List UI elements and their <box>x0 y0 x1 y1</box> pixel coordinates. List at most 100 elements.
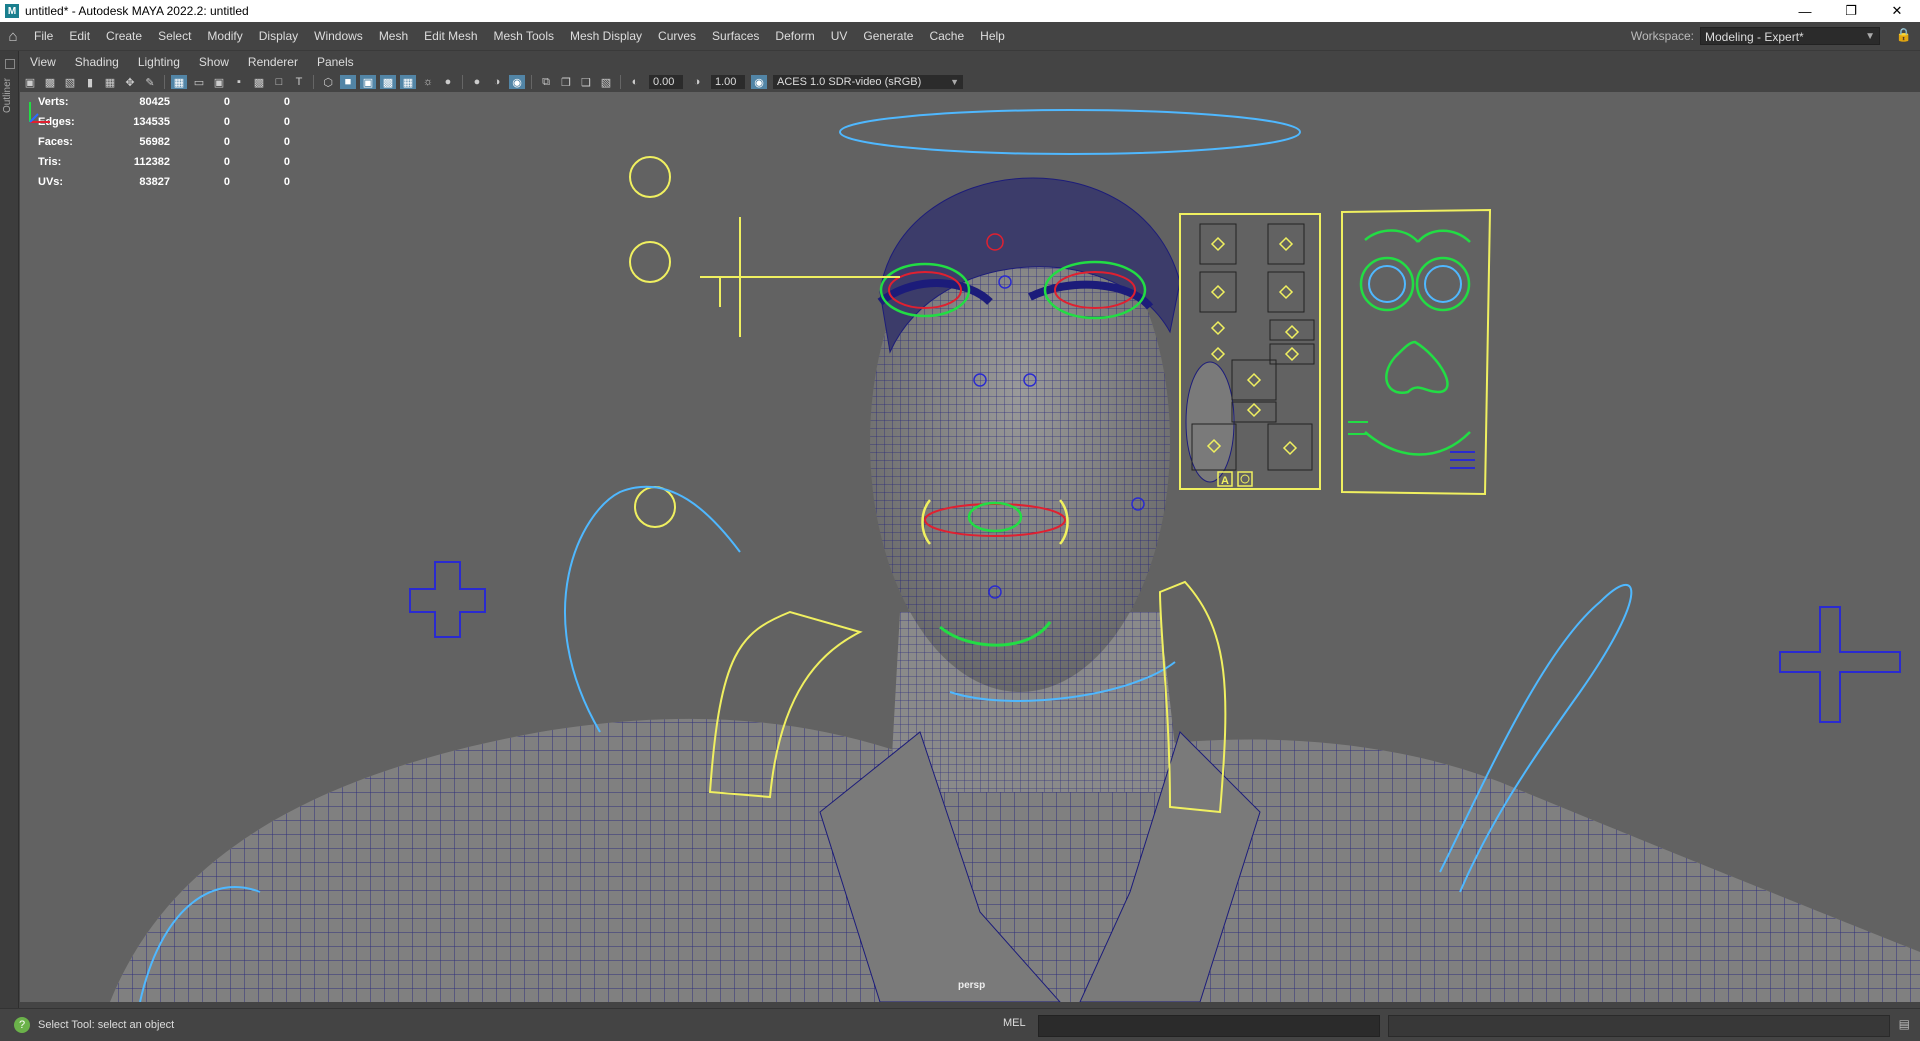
outliner-collapsed-tab[interactable]: Outliner <box>0 51 19 1008</box>
cross-ctrl-right[interactable] <box>1779 606 1901 723</box>
xray-icon[interactable]: ❐ <box>558 75 574 89</box>
widget-nose[interactable] <box>1385 340 1449 395</box>
slider-handle-icon[interactable] <box>1246 402 1262 418</box>
menu-uv[interactable]: UV <box>823 22 856 50</box>
panel-menu-panels[interactable]: Panels <box>307 55 363 69</box>
slider-handle-icon[interactable] <box>1246 372 1262 388</box>
gamma-field[interactable]: 1.00 <box>711 75 745 89</box>
smooth-shade-icon[interactable]: ■ <box>340 75 356 89</box>
menu-modify[interactable]: Modify <box>199 22 250 50</box>
menu-edit-mesh[interactable]: Edit Mesh <box>416 22 485 50</box>
anti-aliasing-icon[interactable]: ◉ <box>509 75 525 89</box>
slider-box[interactable] <box>1231 359 1277 401</box>
panel-toggle-face-icon[interactable] <box>1237 471 1253 487</box>
ambient-occlusion-icon[interactable]: ● <box>469 75 485 89</box>
menu-deform[interactable]: Deform <box>767 22 822 50</box>
slider-box[interactable] <box>1267 271 1305 313</box>
3d-viewport[interactable]: A Verts: 80425 0 0 Edges: 134535 0 0 Fac… <box>20 92 1920 1002</box>
panel-menu-lighting[interactable]: Lighting <box>128 55 189 69</box>
grid-icon[interactable]: ▦ <box>171 75 187 89</box>
close-icon[interactable]: ✕ <box>1874 0 1920 22</box>
script-language-toggle[interactable]: MEL <box>1003 1017 1026 1029</box>
menu-edit[interactable]: Edit <box>61 22 98 50</box>
select-camera-icon[interactable]: ▣ <box>22 75 38 89</box>
xray-active-icon[interactable]: ❑ <box>578 75 594 89</box>
menu-mesh-display[interactable]: Mesh Display <box>562 22 650 50</box>
resolution-gate-icon[interactable]: ▣ <box>211 75 227 89</box>
menu-surfaces[interactable]: Surfaces <box>704 22 767 50</box>
cross-ctrl-left[interactable] <box>409 561 486 638</box>
menu-curves[interactable]: Curves <box>650 22 704 50</box>
slider-box[interactable] <box>1199 271 1237 313</box>
menu-display[interactable]: Display <box>251 22 306 50</box>
slider-handle-icon[interactable] <box>1282 440 1298 456</box>
xray-joints-icon[interactable]: ▧ <box>598 75 614 89</box>
scene-canvas[interactable]: A <box>20 92 1920 1002</box>
panel-menu-renderer[interactable]: Renderer <box>238 55 307 69</box>
lock-icon[interactable]: 🔒 <box>1896 27 1912 43</box>
camera-attributes-icon[interactable]: ▩ <box>42 75 58 89</box>
widget-brow-right[interactable] <box>1417 229 1471 243</box>
wireframe-on-shaded-icon[interactable]: ▣ <box>360 75 376 89</box>
bookmark-icon[interactable]: ▮ <box>82 75 98 89</box>
safe-title-icon[interactable]: T <box>291 75 307 89</box>
workspace-dropdown[interactable]: Modeling - Expert* ▼ <box>1700 27 1880 45</box>
slider-handle-icon[interactable] <box>1210 284 1226 300</box>
menu-create[interactable]: Create <box>98 22 150 50</box>
2d-pan-zoom-icon[interactable]: ✥ <box>122 75 138 89</box>
menu-cache[interactable]: Cache <box>921 22 972 50</box>
slider-handle-icon[interactable] <box>1210 346 1226 362</box>
eye-aim-ctrl[interactable] <box>700 217 900 337</box>
head-ctrl-curve[interactable] <box>839 109 1301 155</box>
bookmarks-icon[interactable]: ▧ <box>62 75 78 89</box>
widget-eye-right-inner[interactable] <box>1424 265 1462 303</box>
use-all-lights-icon[interactable]: ▦ <box>400 75 416 89</box>
widget-eye-left-inner[interactable] <box>1368 265 1406 303</box>
motion-blur-icon[interactable]: ◑ <box>489 75 505 89</box>
menu-mesh[interactable]: Mesh <box>371 22 416 50</box>
slider-handle-icon[interactable] <box>1210 236 1226 252</box>
restore-icon[interactable]: ❐ <box>1828 0 1874 22</box>
menu-help[interactable]: Help <box>972 22 1013 50</box>
menu-windows[interactable]: Windows <box>306 22 371 50</box>
menu-generate[interactable]: Generate <box>855 22 921 50</box>
face-widget-panel[interactable] <box>1341 208 1492 496</box>
slider-handle-icon[interactable] <box>1284 346 1300 362</box>
panel-menu-show[interactable]: Show <box>189 55 238 69</box>
look-ctrl-top[interactable] <box>629 156 671 198</box>
command-input[interactable] <box>1038 1015 1380 1037</box>
slider-handle-icon[interactable] <box>1210 320 1226 336</box>
safe-action-icon[interactable]: □ <box>271 75 287 89</box>
menu-file[interactable]: File <box>26 22 61 50</box>
panel-menu-shading[interactable]: Shading <box>65 55 128 69</box>
arm-ik-ctrl-left[interactable] <box>564 485 741 733</box>
lights-icon[interactable]: ☼ <box>420 75 436 89</box>
image-plane-icon[interactable]: ▦ <box>102 75 118 89</box>
widget-brow-left[interactable] <box>1364 229 1419 243</box>
shadows-icon[interactable]: ● <box>440 75 456 89</box>
slider-handle-icon[interactable] <box>1278 236 1294 252</box>
exposure-field[interactable]: 0.00 <box>649 75 683 89</box>
isolate-select-icon[interactable]: ⧉ <box>538 75 554 89</box>
field-chart-icon[interactable]: ▩ <box>251 75 267 89</box>
slider-box[interactable] <box>1199 223 1237 265</box>
slider-box[interactable] <box>1267 423 1313 471</box>
gate-mask-icon[interactable]: ▪ <box>231 75 247 89</box>
grease-pencil-icon[interactable]: ✎ <box>142 75 158 89</box>
slider-handle-icon[interactable] <box>1284 324 1300 340</box>
home-icon[interactable]: ⌂ <box>0 22 26 50</box>
left-ear[interactable] <box>1185 361 1235 483</box>
panel-menu-view[interactable]: View <box>20 55 65 69</box>
film-gate-icon[interactable]: ▭ <box>191 75 207 89</box>
minimize-icon[interactable]: — <box>1782 0 1828 22</box>
slider-box[interactable] <box>1267 223 1305 265</box>
widget-tongue-ctrl[interactable] <box>1450 451 1475 469</box>
textured-icon[interactable]: ▩ <box>380 75 396 89</box>
look-ctrl-bottom[interactable] <box>629 241 671 283</box>
view-transform-dropdown[interactable]: ACES 1.0 SDR-video (sRGB) ▼ <box>773 75 963 89</box>
gamma-icon[interactable]: ◑ <box>689 75 705 89</box>
exposure-icon[interactable]: ◐ <box>627 75 643 89</box>
menu-mesh-tools[interactable]: Mesh Tools <box>486 22 562 50</box>
menu-select[interactable]: Select <box>150 22 199 50</box>
maya-app-icon[interactable]: M <box>5 4 19 18</box>
